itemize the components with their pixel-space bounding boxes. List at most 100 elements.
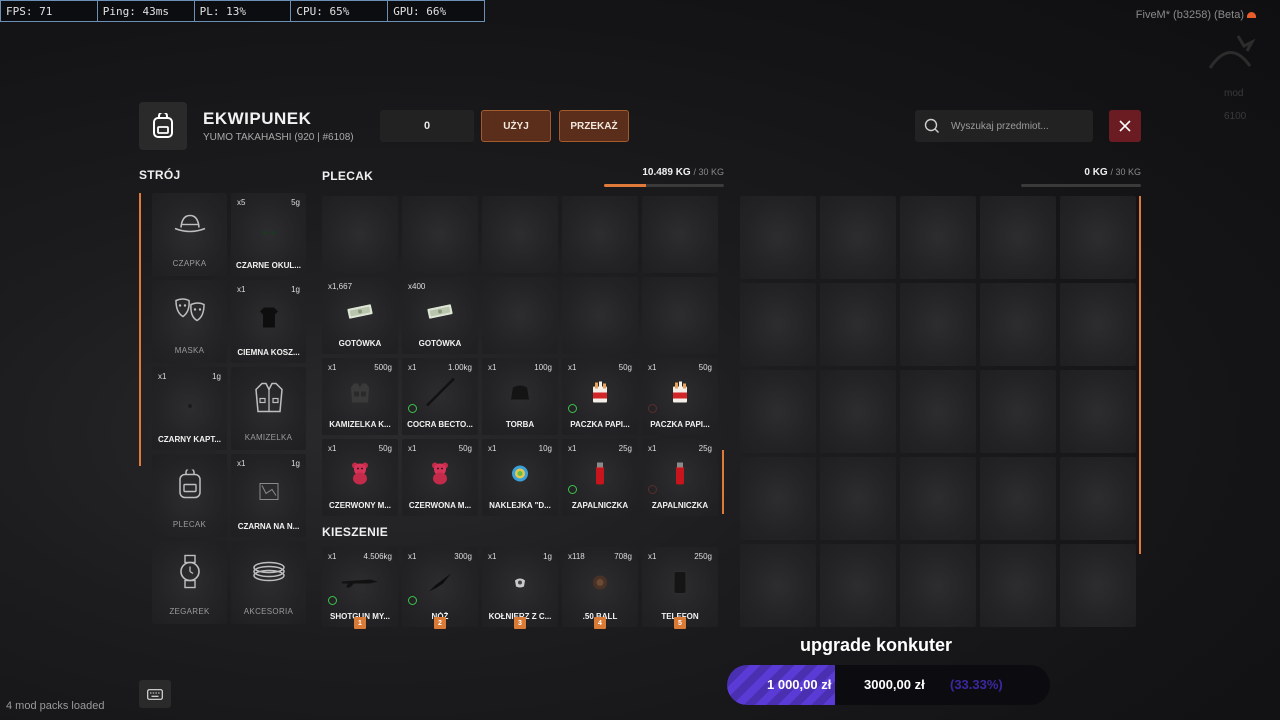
search-placeholder: Wyszukaj przedmiot... — [951, 120, 1049, 132]
outfit-scrollbar[interactable] — [139, 193, 141, 466]
pocket-slot[interactable]: x118 708g .50 BALL 4 — [562, 547, 638, 629]
item-weight: 250g — [694, 552, 712, 561]
backpack-slot[interactable]: x1 50g CZERWONY M... — [322, 439, 398, 516]
backpack-slot[interactable]: x1 50g PACZKA PAPI... — [642, 358, 718, 435]
ground-scrollbar[interactable] — [1139, 196, 1141, 554]
ground-slot[interactable] — [740, 196, 816, 279]
outfit-slot[interactable]: x1 1g CZARNA NA N... — [231, 454, 306, 537]
outfit-slot[interactable]: AKCESORIA — [231, 541, 306, 624]
player-name: YUMO TAKAHASHI (920 | #6108) — [203, 132, 354, 143]
search-input[interactable]: Wyszukaj przedmiot... — [915, 110, 1093, 142]
backpack-slot[interactable]: x1 25g ZAPALNICZKA — [642, 439, 718, 516]
cpu-stat: CPU: 65% — [291, 1, 389, 21]
item-count: x1 — [408, 444, 417, 453]
backpack-grid: x1,667 GOTÓWKA x400 GOTÓWKA x1 500g KAMIZELKA … — [322, 196, 718, 516]
pocket-slot[interactable]: x1250gTELEFON5 — [642, 547, 718, 629]
backpack-slot[interactable]: x1 25g ZAPALNICZKA — [562, 439, 638, 516]
upgrade-goal-amount: 3000,00 zł — [864, 677, 925, 692]
backpack-slot[interactable]: x1 500g KAMIZELKA K... — [322, 358, 398, 435]
backpack-slot[interactable] — [482, 196, 558, 273]
outfit-slot[interactable]: x1 1g CZARNY KAPT... — [152, 367, 227, 450]
client-version: FiveM* (b3258) (Beta) — [1136, 9, 1256, 21]
close-button[interactable] — [1109, 110, 1141, 142]
ground-slot[interactable] — [1060, 457, 1136, 540]
gpu-stat: GPU: 66% — [393, 5, 447, 18]
fivem-logo-icon — [1247, 12, 1256, 18]
item-count: x1 — [237, 459, 246, 468]
backpack-slot[interactable] — [562, 277, 638, 354]
backpack-slot[interactable]: x1 1.00kg COCRA BECTO... — [402, 358, 478, 435]
backpack-slot[interactable] — [642, 277, 718, 354]
item-weight: 100g — [534, 363, 552, 372]
backpack-slot[interactable] — [402, 196, 478, 273]
ground-slot[interactable] — [980, 544, 1056, 627]
backpack-slot[interactable] — [642, 196, 718, 273]
backpack-slot[interactable]: x1 50g PACZKA PAPI... — [562, 358, 638, 435]
item-weight: 1.00kg — [447, 363, 472, 372]
ground-slot[interactable] — [1060, 370, 1136, 453]
ground-slot[interactable] — [900, 370, 976, 453]
item-count: x1 — [328, 444, 337, 453]
backpack-slot[interactable]: x1 10g NAKLEJKA "D... — [482, 439, 558, 516]
pocket-slot[interactable]: x1 1g KOŁNIERZ Z C... 3 — [482, 547, 558, 629]
ground-slot[interactable] — [820, 457, 896, 540]
backpack-slot[interactable]: x1 100g TORBA — [482, 358, 558, 435]
pocket-slot[interactable]: x1 4.506kg SHOTGUN MY... 1 — [322, 547, 398, 629]
upgrade-percent: (33.33%) — [950, 677, 1003, 692]
item-weight: 708g — [614, 552, 632, 561]
outfit-slot[interactable]: MASKA — [152, 280, 227, 363]
quantity-input[interactable]: 0 — [380, 110, 474, 142]
backpack-slot[interactable] — [322, 196, 398, 273]
ground-slot[interactable] — [1060, 544, 1136, 627]
backpack-slot[interactable]: x1 50g CZERWONA M... — [402, 439, 478, 516]
backpack-slot[interactable]: x1,667 GOTÓWKA — [322, 277, 398, 354]
outfit-slot[interactable]: ZEGAREK — [152, 541, 227, 624]
pocket-slot[interactable]: x1300gNÓŻ2 — [402, 547, 478, 629]
ground-slot[interactable] — [740, 544, 816, 627]
bracelet-icon — [252, 561, 286, 588]
outfit-slot[interactable]: x1 1g CIEMNA KOSZ... — [231, 280, 306, 363]
backpack-weight-fill — [604, 184, 646, 187]
keyboard-icon — [147, 688, 163, 700]
ground-slot[interactable] — [980, 196, 1056, 279]
ground-slot[interactable] — [980, 457, 1056, 540]
client-version-label: FiveM* (b3258) (Beta) — [1135, 9, 1244, 21]
ground-slot[interactable] — [740, 370, 816, 453]
backpack-slot[interactable] — [562, 196, 638, 273]
teddy-icon — [349, 461, 371, 490]
ground-slot[interactable] — [820, 283, 896, 366]
backpack-slot[interactable]: x400 GOTÓWKA — [402, 277, 478, 354]
item-count: x1 — [237, 285, 246, 294]
backpack-slot[interactable] — [482, 277, 558, 354]
use-button[interactable]: UŻYJ — [481, 110, 551, 142]
item-name: PACZKA PAPI... — [650, 420, 710, 429]
ground-slot[interactable] — [820, 544, 896, 627]
ground-slot[interactable] — [740, 283, 816, 366]
ground-slot[interactable] — [900, 457, 976, 540]
ground-slot[interactable] — [980, 283, 1056, 366]
give-button[interactable]: PRZEKAŻ — [559, 110, 629, 142]
item-name: CIEMNA KOSZ... — [237, 348, 300, 357]
ground-slot[interactable] — [980, 370, 1056, 453]
backpack-scrollbar[interactable] — [722, 450, 724, 514]
ground-slot[interactable] — [900, 196, 976, 279]
ground-slot[interactable] — [1060, 196, 1136, 279]
ground-slot[interactable] — [740, 457, 816, 540]
pants-icon — [258, 481, 280, 506]
keyboard-button[interactable] — [139, 680, 171, 708]
ground-slot[interactable] — [900, 544, 976, 627]
outfit-slot[interactable]: KAMIZELKA — [231, 367, 306, 450]
outfit-slot[interactable]: CZAPKA — [152, 193, 227, 276]
item-count: x118 — [568, 552, 585, 561]
ground-slot[interactable] — [900, 283, 976, 366]
outfit-slot[interactable]: PLECAK — [152, 454, 227, 537]
item-weight: 50g — [378, 444, 392, 453]
ground-slot[interactable] — [1060, 283, 1136, 366]
outfit-slot[interactable]: x5 5g CZARNE OKUL... — [231, 193, 306, 276]
ground-slot[interactable] — [820, 196, 896, 279]
item-count: x1 — [488, 444, 497, 453]
fps-stat: FPS: 71 — [1, 1, 98, 21]
ground-slot[interactable] — [820, 370, 896, 453]
inventory-icon-box — [139, 102, 187, 150]
durability-ring-icon — [408, 404, 417, 413]
